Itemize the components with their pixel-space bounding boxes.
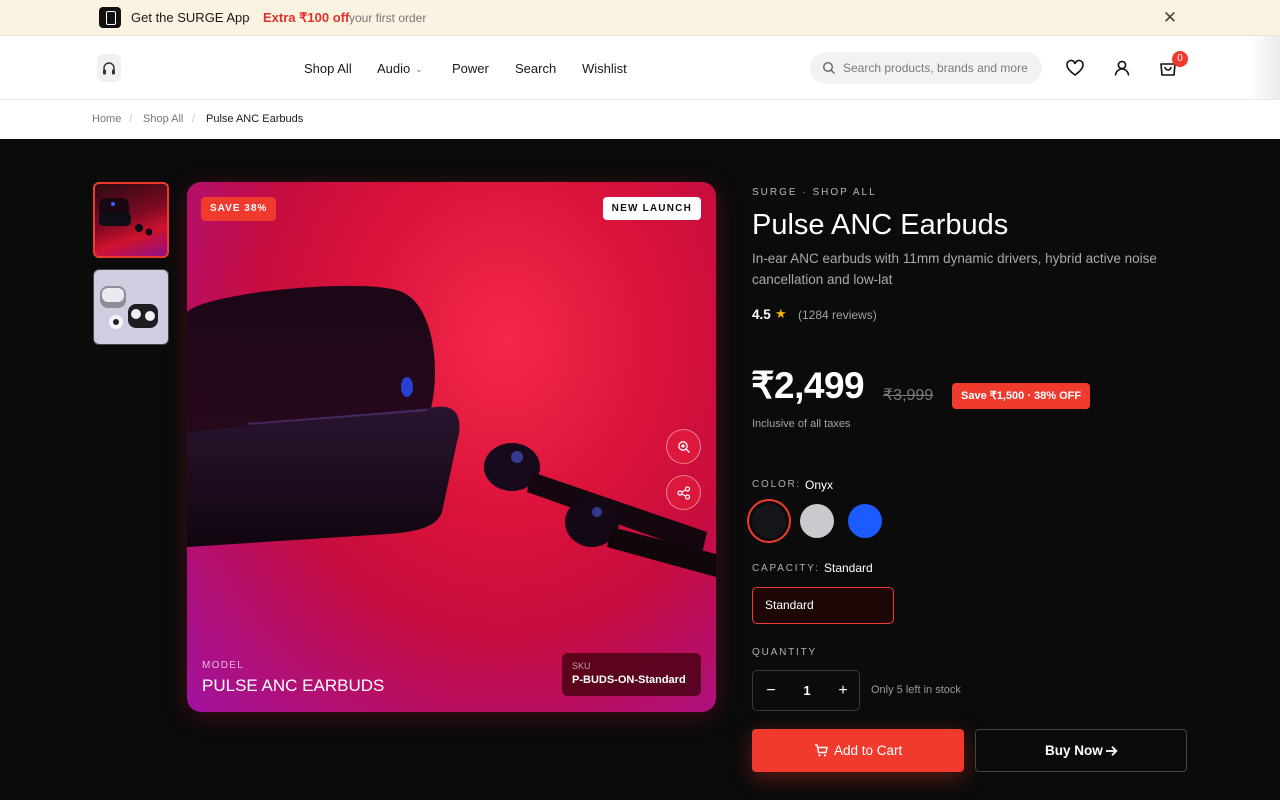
earbuds-case-image [99,198,153,236]
color-value: Onyx [805,478,834,492]
product-description: In-ear ANC earbuds with 11mm dynamic dri… [752,251,1157,287]
nav-power[interactable]: Power [452,61,489,76]
quantity-label: QUANTITY [752,647,817,658]
product-title: Pulse ANC Earbuds [752,209,1009,241]
site-header: Shop All Audio ⌄ Power Search Wishlist 0 [0,36,1280,100]
cart-count-badge: 0 [1172,51,1188,67]
search-input[interactable] [843,60,1029,76]
cart-icon [815,744,828,757]
star-icon: ★ [775,306,787,321]
color-label: COLOR: [752,479,802,490]
product-eyebrow: SURGE · SHOP ALL [752,187,877,198]
promo-bar: Get the SURGE App · Extra ₹100 off your … [0,0,1280,36]
share-button[interactable] [666,475,701,510]
promo-separator: · [248,10,252,24]
sku-box: SKU P-BUDS-ON-Standard [562,653,701,696]
buy-now-button[interactable]: Buy Now [975,729,1187,772]
quantity-decrease-button[interactable]: − [761,681,781,701]
taxes-note: Inclusive of all taxes [752,418,851,430]
original-price: ₹3,999 [883,387,934,404]
share-icon [677,486,691,500]
search-bar [810,52,1042,84]
zoom-icon [678,441,690,453]
promo-subtext: your first order [349,11,427,25]
buy-now-label: Buy Now [1045,743,1103,758]
quantity-value: 1 [803,683,811,698]
capacity-label: CAPACITY: [752,563,820,574]
add-to-cart-button[interactable]: Add to Cart [752,729,964,772]
breadcrumb-current: Pulse ANC Earbuds [206,113,304,125]
nav-wishlist[interactable]: Wishlist [582,61,627,76]
arrow-right-icon [1106,746,1118,756]
breadcrumb-separator: / [192,113,196,125]
close-icon[interactable]: ✕ [1161,9,1179,27]
swatch-silver[interactable] [800,504,834,538]
user-icon[interactable] [1111,57,1133,79]
heart-icon[interactable] [1064,57,1086,79]
zoom-button[interactable] [666,429,701,464]
swatch-onyx[interactable] [752,504,786,538]
nav-search[interactable]: Search [515,61,556,76]
headphones-icon [103,62,115,75]
search-icon [822,61,835,74]
add-to-cart-label: Add to Cart [834,743,903,758]
discount-chip: Save ₹1,500 · 38% OFF [952,383,1091,409]
stock-note: Only 5 left in stock [871,684,961,696]
quantity-stepper: − 1 + [752,670,860,711]
model-label: MODEL [202,660,245,671]
thumbnail-1[interactable] [93,182,169,258]
earbuds-photo [187,285,716,577]
sku-value: P-BUDS-ON-Standard [572,674,686,686]
capacity-option-standard[interactable]: Standard [752,587,894,624]
capacity-value: Standard [824,561,873,575]
breadcrumb-shop-all[interactable]: Shop All [143,113,183,125]
promo-offer: Extra ₹100 off [263,10,350,25]
rating-value: 4.5 [752,307,771,322]
thumbnail-2[interactable] [93,269,169,345]
reviews-count[interactable]: (1284 reviews) [798,308,877,322]
logo[interactable] [97,54,121,82]
earbuds-white-image [100,286,158,329]
quantity-increase-button[interactable]: + [833,681,853,701]
breadcrumb-home[interactable]: Home [92,113,121,125]
save-badge: SAVE 38% [201,197,277,221]
sku-label: SKU [572,661,591,671]
chevron-down-icon: ⌄ [415,64,423,74]
nav-audio[interactable]: Audio [377,61,410,76]
new-launch-badge: NEW LAUNCH [602,197,701,220]
price: ₹2,499 [751,365,865,406]
main-product-image[interactable]: SAVE 38% NEW LAUNCH MODEL PULSE ANC EARB… [187,182,716,712]
phone-icon [99,7,121,28]
promo-app-text[interactable]: Get the SURGE App [131,10,250,25]
breadcrumb-separator: / [129,113,133,125]
model-name: PULSE ANC EARBUDS [202,676,385,695]
breadcrumb: Home / Shop All / Pulse ANC Earbuds [0,100,1280,139]
nav-shop-all[interactable]: Shop All [304,61,352,76]
swatch-blue[interactable] [848,504,882,538]
